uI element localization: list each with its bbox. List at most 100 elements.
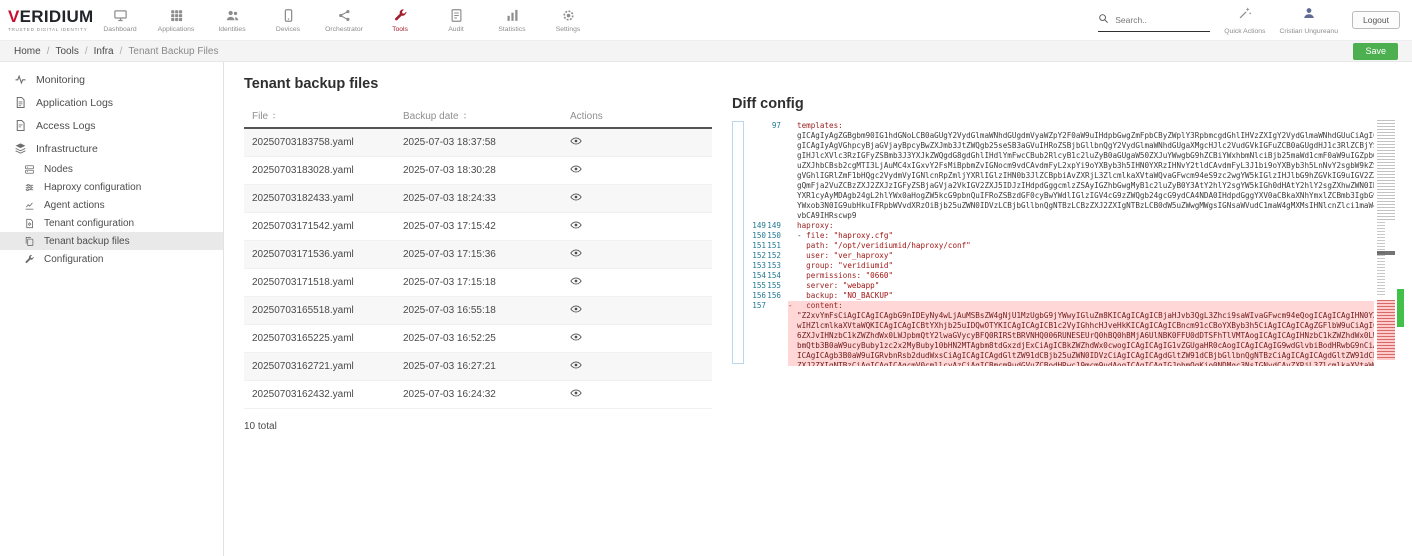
sort-control[interactable] (459, 111, 469, 122)
diff-marker (788, 291, 797, 301)
tools-icon (393, 8, 408, 23)
sidebar-item-label: Haproxy configuration (44, 182, 141, 193)
diff-line: YWxob3N0IG9ubHkuIFRpbWVvdXRzOiBjb25uZWN0… (746, 201, 1374, 211)
haproxy-icon (24, 182, 35, 193)
sidebar-item-agent-actions[interactable]: Agent actions (0, 196, 223, 214)
table-row: 20250703171536.yaml2025-07-03 17:15:36 (244, 241, 712, 269)
nav-item-devices[interactable]: Devices (260, 4, 316, 37)
access-logs-icon (14, 119, 27, 132)
line-number-original (746, 151, 766, 161)
sidebar-item-tenant-configuration[interactable]: Tenant configuration (0, 214, 223, 232)
view-backup-button[interactable] (570, 275, 582, 287)
save-button[interactable]: Save (1353, 43, 1398, 60)
line-number-original (746, 351, 766, 361)
nav-item-label: Statistics (498, 26, 525, 33)
breadcrumb: Home/Tools/Infra/Tenant Backup Files (14, 46, 218, 57)
view-backup-button[interactable] (570, 219, 582, 231)
eye-icon (570, 191, 582, 203)
user-menu[interactable]: Cristian Ungureanu (1279, 6, 1338, 35)
line-number-modified: 150 (766, 231, 788, 241)
diff-editor[interactable]: 97templates:gICAgIyAgZGBgbm90IG1hdGNoLCB… (732, 118, 1404, 366)
diff-marker (788, 311, 797, 321)
line-number-modified (766, 301, 788, 311)
nav-item-dashboard[interactable]: Dashboard (92, 4, 148, 37)
line-number-modified (766, 351, 788, 361)
line-number-original: 149 (746, 221, 766, 231)
nav-item-orchestrator[interactable]: Orchestrator (316, 4, 372, 37)
line-number-modified (766, 331, 788, 341)
top-bar-right: Quick Actions Cristian Ungureanu Logout (1098, 6, 1404, 35)
logout-button[interactable]: Logout (1352, 11, 1400, 29)
sidebar-item-tenant-backup-files[interactable]: Tenant backup files (0, 232, 223, 250)
line-number-original (746, 191, 766, 201)
sidebar-item-haproxy-configuration[interactable]: Haproxy configuration (0, 178, 223, 196)
backup-file-name: 20250703165225.yaml (244, 325, 395, 353)
search-input[interactable] (1115, 15, 1207, 25)
sidebar-item-label: Monitoring (36, 74, 85, 86)
diff-line: ZXJ2ZXIgNTBzCiAgICAgICAgcmV0cmllcyAzCiAg… (746, 361, 1374, 366)
backup-file-name: 20250703171536.yaml (244, 241, 395, 269)
sort-control[interactable] (268, 111, 278, 122)
nav-item-identities[interactable]: Identities (204, 4, 260, 37)
diff-code: 97templates:gICAgIyAgZGBgbm90IG1hdGNoLCB… (746, 121, 1374, 366)
view-backup-button[interactable] (570, 331, 582, 343)
minimap-slider[interactable] (1377, 251, 1395, 255)
overview-ruler[interactable] (1397, 118, 1404, 366)
view-backup-button[interactable] (570, 163, 582, 175)
nav-item-label: Devices (276, 26, 300, 33)
sidebar-item-application-logs[interactable]: Application Logs (0, 91, 223, 114)
identities-icon (225, 8, 240, 23)
sidebar-item-infrastructure[interactable]: Infrastructure (0, 137, 223, 160)
orchestrator-icon (337, 8, 352, 23)
diff-line: gVGhlIGRlZmF1bHQgc2VydmVyIGNlcnRpZmljYXR… (746, 171, 1374, 181)
diff-line: gICAgIyAgZGBgbm90IG1hdGNoLCB0aGUgY2VydGl… (746, 131, 1374, 141)
nav-item-tools[interactable]: Tools (372, 4, 428, 37)
diff-line: 157- content: (746, 301, 1374, 311)
nav-item-applications[interactable]: Applications (148, 4, 204, 37)
diff-line-text: content: (797, 301, 1374, 311)
view-backup-button[interactable] (570, 387, 582, 399)
sidebar-item-access-logs[interactable]: Access Logs (0, 114, 223, 137)
column-header-backup-date[interactable]: Backup date (395, 106, 562, 128)
nav-item-audit[interactable]: Audit (428, 4, 484, 37)
diff-line: 6ZXJvIHNzbC1kZWZhdWx0LWJpbmQtY2lwaGVycyB… (746, 331, 1374, 341)
breadcrumb-item-infra[interactable]: Infra (94, 46, 114, 57)
diff-editor-margin (732, 121, 744, 364)
sidebar: Monitoring Application Logs Access Logs Inf… (0, 62, 224, 556)
search-icon (1098, 13, 1109, 24)
diff-marker (788, 321, 797, 331)
nav-item-settings[interactable]: Settings (540, 4, 596, 37)
sidebar-item-label: Access Logs (36, 120, 96, 132)
diff-marker (788, 271, 797, 281)
diff-marker (788, 181, 797, 191)
breadcrumb-item-home[interactable]: Home (14, 46, 41, 57)
view-backup-button[interactable] (570, 359, 582, 371)
sidebar-item-nodes[interactable]: Nodes (0, 160, 223, 178)
line-number-original (746, 341, 766, 351)
diff-pane: Diff config 97templates:gICAgIyAgZGBgbm9… (732, 96, 1404, 366)
column-header-file[interactable]: File (244, 106, 395, 128)
view-backup-button[interactable] (570, 191, 582, 203)
table-row: 20250703183758.yaml2025-07-03 18:37:58 (244, 128, 712, 157)
diff-line: 155155 server: "webapp" (746, 281, 1374, 291)
eye-icon (570, 219, 582, 231)
diff-marker (788, 141, 797, 151)
breadcrumb-item-tools[interactable]: Tools (55, 46, 78, 57)
diff-line: "Z2xvYmFsCiAgICAgICAgbG9nIDEyNy4wLjAuMSB… (746, 311, 1374, 321)
backup-files-pane: Tenant backup files FileBackup dateActio… (244, 76, 712, 432)
diff-marker: - (788, 301, 797, 311)
view-backup-button[interactable] (570, 247, 582, 259)
view-backup-button[interactable] (570, 303, 582, 315)
eye-icon (570, 359, 582, 371)
quick-actions-button[interactable]: Quick Actions (1224, 6, 1265, 35)
settings-icon (561, 8, 576, 23)
sidebar-item-configuration[interactable]: Configuration (0, 250, 223, 268)
table-row: 20250703162721.yaml2025-07-03 16:27:21 (244, 353, 712, 381)
nav-item-statistics[interactable]: Statistics (484, 4, 540, 37)
minimap[interactable] (1377, 118, 1395, 366)
diff-line-text: uZXJhbCBsb2cgMTI3LjAuMC4xIGxvY2FsMiBpbmZ… (797, 161, 1374, 171)
view-backup-button[interactable] (570, 135, 582, 147)
sidebar-item-monitoring[interactable]: Monitoring (0, 68, 223, 91)
veridium-logo[interactable]: VERIDIUM TRUSTED DIGITAL IDENTITY (8, 8, 86, 32)
user-icon (1302, 6, 1316, 20)
